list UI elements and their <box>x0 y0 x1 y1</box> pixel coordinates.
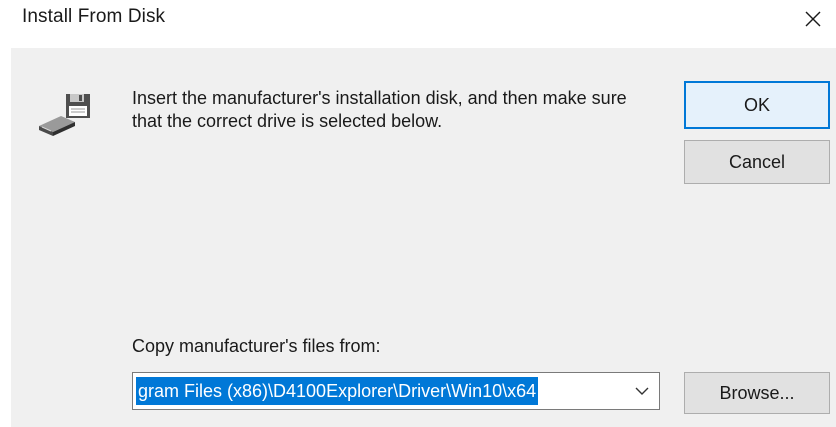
title-bar: Install From Disk <box>0 0 836 48</box>
copy-from-label: Copy manufacturer's files from: <box>132 336 381 356</box>
path-input-selected-text[interactable]: gram Files (x86)\D4100Explorer\Driver\Wi… <box>136 377 539 405</box>
close-icon <box>805 11 821 27</box>
instruction-text: Insert the manufacturer's installation d… <box>132 88 627 131</box>
ok-button[interactable]: OK <box>684 81 830 129</box>
floppy-disk-drive-icon <box>39 94 90 136</box>
copy-from-path-combobox[interactable]: gram Files (x86)\D4100Explorer\Driver\Wi… <box>132 372 660 410</box>
close-button[interactable] <box>790 0 836 38</box>
path-dropdown-button[interactable] <box>625 373 659 409</box>
chevron-down-icon <box>635 387 649 395</box>
dialog-body: Insert the manufacturer's installation d… <box>11 48 836 427</box>
browse-button[interactable]: Browse... <box>684 372 830 414</box>
cancel-button[interactable]: Cancel <box>684 140 830 184</box>
window-title: Install From Disk <box>22 6 166 27</box>
install-from-disk-dialog: Install From Disk Insert the manufacture… <box>0 0 836 427</box>
